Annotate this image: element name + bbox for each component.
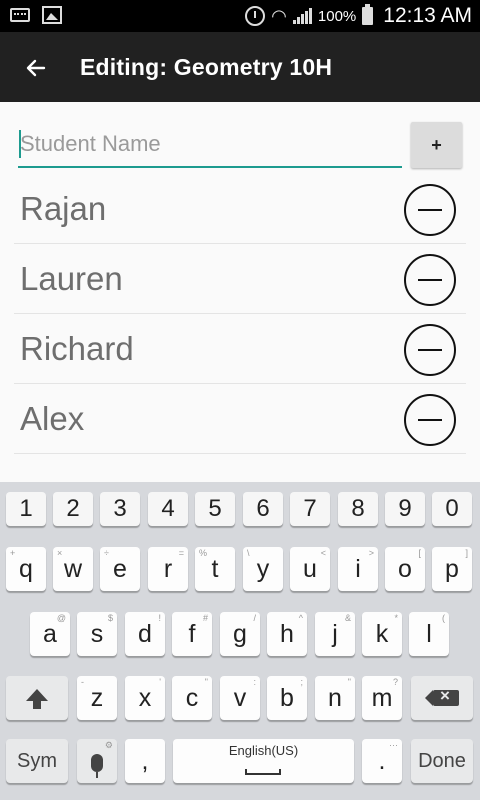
student-name-input[interactable] (18, 122, 402, 168)
page-title: Editing: Geometry 10H (80, 54, 333, 80)
battery-percent: 100% (317, 7, 357, 25)
key-2[interactable]: 2 (53, 492, 93, 526)
key-f[interactable]: # f (172, 612, 212, 656)
student-name: Richard (20, 330, 134, 367)
space-bar-icon (245, 769, 281, 775)
sym-key[interactable]: Sym (6, 739, 68, 783)
remove-student-button[interactable] (404, 254, 456, 306)
shift-arrow-icon (26, 689, 48, 709)
text-caret (19, 130, 21, 158)
key-u[interactable]: < u (290, 547, 330, 591)
soft-keyboard: 1 2 3 4 5 6 7 8 9 0 + q × w ÷ e = r % t \ y < u… (0, 482, 480, 800)
backspace-icon (425, 686, 459, 706)
key-t[interactable]: % t (195, 547, 235, 591)
list-item: Rajan (14, 174, 466, 244)
status-bar: ◠ 100% 12:13 AM (0, 0, 480, 32)
key-q[interactable]: + q (6, 547, 46, 591)
voice-input-key[interactable]: ⚙ (77, 739, 117, 783)
space-key[interactable]: English(US) (173, 739, 354, 783)
backspace-key[interactable] (411, 676, 473, 720)
key-z[interactable]: -z (77, 676, 117, 720)
key-k[interactable]: * k (362, 612, 402, 656)
app-bar: Editing: Geometry 10H (0, 32, 480, 102)
image-notification-icon (42, 6, 62, 24)
key-5[interactable]: 5 (195, 492, 235, 526)
student-name: Lauren (20, 260, 123, 297)
signal-icon (292, 8, 312, 24)
student-name: Alex (20, 400, 85, 437)
list-item: Richard (14, 314, 466, 384)
remove-student-button[interactable] (404, 324, 456, 376)
key-l[interactable]: (l (409, 612, 449, 656)
key-x[interactable]: ' x (125, 676, 165, 720)
key-1[interactable]: 1 (6, 492, 46, 526)
key-e[interactable]: ÷ e (100, 547, 140, 591)
main-content: + Rajan Lauren Richard Alex (0, 102, 480, 482)
minus-icon (418, 279, 442, 281)
student-list: Rajan Lauren Richard Alex (14, 174, 466, 454)
key-g[interactable]: / g (220, 612, 260, 656)
remove-student-button[interactable] (404, 184, 456, 236)
key-8[interactable]: 8 (338, 492, 378, 526)
key-y[interactable]: \ y (243, 547, 283, 591)
key-3[interactable]: 3 (100, 492, 140, 526)
key-m[interactable]: ? m (362, 676, 402, 720)
comma-key[interactable]: , (125, 739, 165, 783)
key-v[interactable]: :v (220, 676, 260, 720)
back-button[interactable] (18, 50, 54, 86)
key-a[interactable]: @ a (30, 612, 70, 656)
key-r[interactable]: = r (148, 547, 188, 591)
settings-gear-icon: ⚙ (104, 740, 113, 750)
list-item: Alex (14, 384, 466, 454)
key-p[interactable]: ] p (432, 547, 472, 591)
add-student-button[interactable]: + (411, 122, 462, 168)
key-i[interactable]: > i (338, 547, 378, 591)
student-name: Rajan (20, 190, 107, 227)
key-6[interactable]: 6 (243, 492, 283, 526)
key-j[interactable]: & j (315, 612, 355, 656)
key-9[interactable]: 9 (385, 492, 425, 526)
wifi-icon: ◠ (271, 5, 287, 26)
keyboard-notification-icon (10, 8, 30, 22)
key-h[interactable]: ^ h (267, 612, 307, 656)
minus-icon (418, 349, 442, 351)
key-o[interactable]: [o (385, 547, 425, 591)
alarm-icon (245, 6, 266, 26)
key-s[interactable]: $ s (77, 612, 117, 656)
battery-icon (362, 4, 374, 25)
key-4[interactable]: 4 (148, 492, 188, 526)
minus-icon (418, 209, 442, 211)
clock: 12:13 AM (383, 4, 472, 27)
key-c[interactable]: " c (172, 676, 212, 720)
done-key[interactable]: Done (411, 739, 473, 783)
period-key[interactable]: ···. (362, 739, 402, 783)
keyboard-language-label: English(US) (228, 743, 299, 758)
remove-student-button[interactable] (404, 394, 456, 446)
key-b[interactable]: ; b (267, 676, 307, 720)
microphone-icon (91, 754, 103, 778)
key-d[interactable]: ! d (125, 612, 165, 656)
list-item: Lauren (14, 244, 466, 314)
key-0[interactable]: 0 (432, 492, 472, 526)
minus-icon (418, 419, 442, 421)
key-7[interactable]: 7 (290, 492, 330, 526)
shift-key[interactable] (6, 676, 68, 720)
key-n[interactable]: " n (315, 676, 355, 720)
arrow-left-icon (26, 59, 46, 77)
key-w[interactable]: × w (53, 547, 93, 591)
